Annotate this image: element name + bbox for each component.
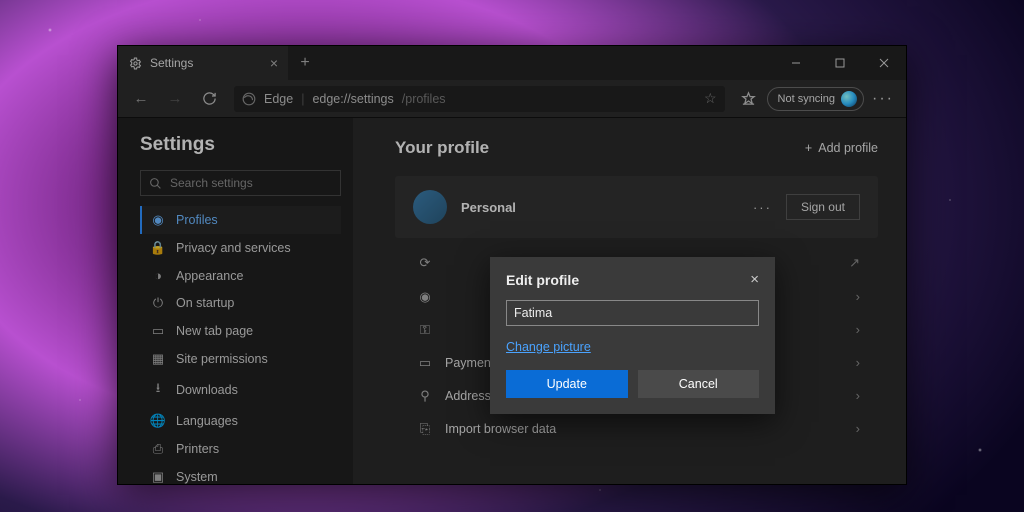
close-modal-button[interactable]: × xyxy=(750,271,759,288)
update-button[interactable]: Update xyxy=(506,370,628,398)
profile-name-input[interactable] xyxy=(506,300,759,326)
edit-profile-modal: Edit profile × Change picture Update Can… xyxy=(490,257,775,414)
cancel-button[interactable]: Cancel xyxy=(638,370,760,398)
modal-title: Edit profile xyxy=(506,272,579,288)
change-picture-link[interactable]: Change picture xyxy=(506,340,591,354)
browser-window: Settings × + ← → Edge | edge xyxy=(117,45,907,485)
